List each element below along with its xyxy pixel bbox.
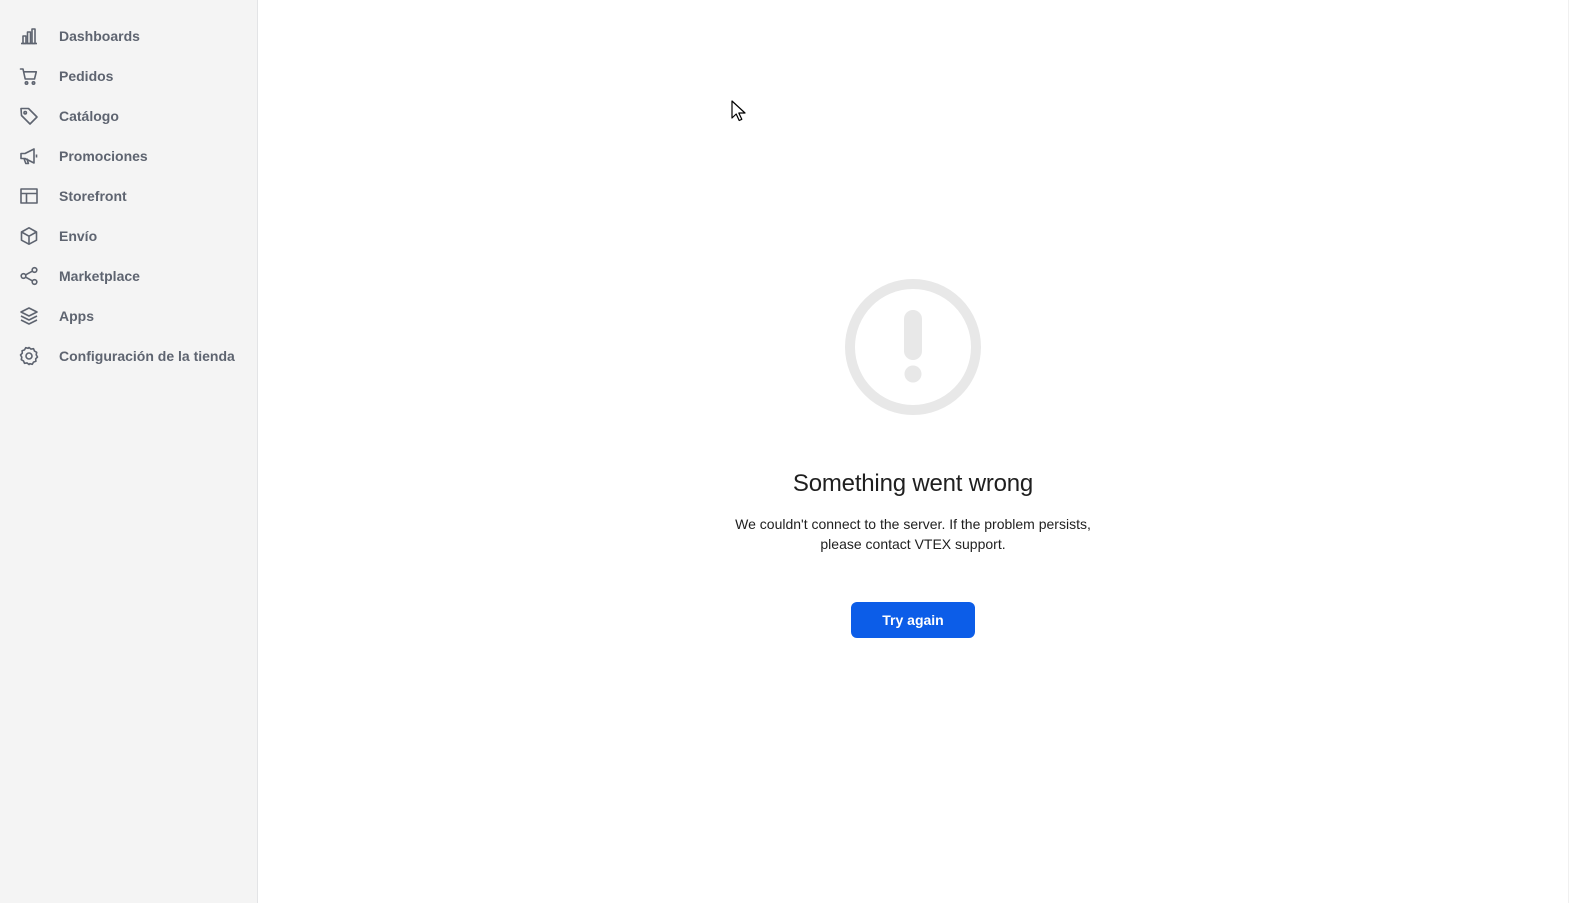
sidebar-item-catalogo[interactable]: Catálogo <box>0 96 257 136</box>
sidebar-item-promociones[interactable]: Promociones <box>0 136 257 176</box>
bar-chart-icon <box>19 26 39 46</box>
layers-icon <box>19 306 39 326</box>
sidebar-item-label: Promociones <box>59 148 148 164</box>
sidebar-item-apps[interactable]: Apps <box>0 296 257 336</box>
sidebar-item-dashboards[interactable]: Dashboards <box>0 16 257 56</box>
sidebar-item-envio[interactable]: Envío <box>0 216 257 256</box>
megaphone-icon <box>19 146 39 166</box>
mouse-cursor-icon <box>731 100 746 122</box>
sidebar-item-label: Configuración de la tienda <box>59 348 235 364</box>
exclamation-circle-icon <box>845 279 981 415</box>
sidebar-item-configuracion[interactable]: Configuración de la tienda <box>0 336 257 376</box>
app-window: Dashboards Pedidos Catálogo Promociones … <box>0 0 1596 903</box>
box-icon <box>19 226 39 246</box>
sidebar-item-label: Storefront <box>59 188 127 204</box>
sidebar-item-pedidos[interactable]: Pedidos <box>0 56 257 96</box>
main-content: Something went wrong We couldn't connect… <box>258 0 1596 903</box>
layout-icon <box>19 186 39 206</box>
error-state: Something went wrong We couldn't connect… <box>258 278 1568 638</box>
cart-icon <box>19 66 39 86</box>
sidebar-item-label: Dashboards <box>59 28 140 44</box>
sidebar-item-label: Apps <box>59 308 94 324</box>
share-icon <box>19 266 39 286</box>
error-message: We couldn't connect to the server. If th… <box>735 516 1091 552</box>
sidebar: Dashboards Pedidos Catálogo Promociones … <box>0 0 258 903</box>
gear-icon <box>19 346 39 366</box>
sidebar-item-label: Pedidos <box>59 68 114 84</box>
scrollbar[interactable] <box>1568 0 1596 903</box>
sidebar-item-label: Catálogo <box>59 108 119 124</box>
try-again-button[interactable]: Try again <box>851 602 975 638</box>
sidebar-item-label: Envío <box>59 228 98 244</box>
sidebar-item-storefront[interactable]: Storefront <box>0 176 257 216</box>
error-title: Something went wrong <box>792 470 1034 497</box>
tag-icon <box>19 106 39 126</box>
sidebar-item-marketplace[interactable]: Marketplace <box>0 256 257 296</box>
sidebar-item-label: Marketplace <box>59 268 140 284</box>
